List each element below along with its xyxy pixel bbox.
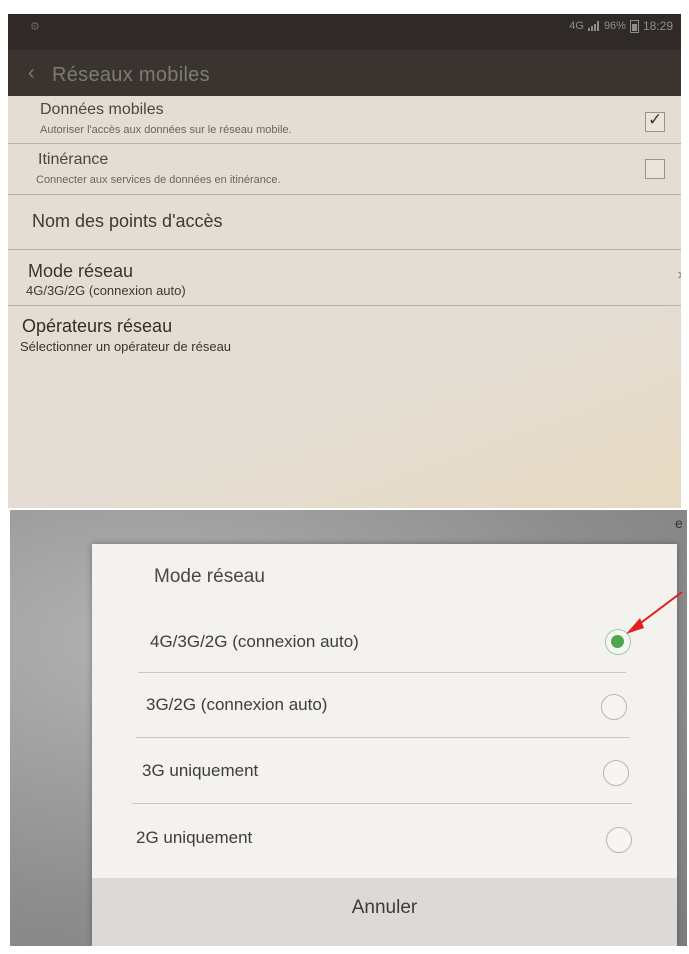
setting-subtitle: Sélectionner un opérateur de réseau (20, 339, 232, 354)
setting-title: Nom des points d'accès (32, 211, 223, 231)
setting-network-mode[interactable]: Mode réseau 4G/3G/2G (connexion auto) › (8, 250, 681, 306)
setting-subtitle: 4G/3G/2G (connexion auto) (26, 283, 186, 298)
network-mode-dialog-photo: Mode réseau 4G/3G/2G (connexion auto) 3G… (10, 510, 687, 946)
setting-access-point-names[interactable]: Nom des points d'accès (8, 195, 681, 250)
chevron-left-icon[interactable]: ‹ (28, 62, 35, 85)
battery-percent: 96% (603, 20, 626, 32)
cropped-edge-text: e (675, 515, 683, 531)
settings-list: Données mobiles Autoriser l'accès aux do… (8, 96, 681, 358)
settings-screen-photo: ⚙ 4G 96% 18:29 ‹ Réseaux mobiles Données… (8, 14, 681, 508)
option-label: 3G/2G (connexion auto) (146, 695, 328, 714)
setting-mobile-data[interactable]: Données mobiles Autoriser l'accès aux do… (8, 96, 681, 144)
setting-title: Données mobiles (40, 101, 164, 118)
radio-unselected-icon[interactable] (606, 827, 632, 853)
setting-title: Mode réseau (28, 261, 134, 281)
option-label: 3G uniquement (142, 761, 259, 780)
battery-icon (629, 19, 639, 33)
setting-network-operators[interactable]: Opérateurs réseau Sélectionner un opérat… (8, 306, 681, 358)
roaming-checkbox[interactable] (645, 159, 665, 179)
page-title: Réseaux mobiles (52, 64, 210, 86)
setting-subtitle: Autoriser l'accès aux données sur le rés… (40, 124, 292, 136)
clock: 18:29 (642, 19, 673, 33)
divider (132, 803, 632, 804)
dialog-footer: Annuler (92, 878, 677, 946)
setting-roaming[interactable]: Itinérance Connecter aux services de don… (8, 144, 681, 195)
mobile-data-checkbox[interactable]: ✓ (645, 110, 665, 132)
option-label: 2G uniquement (136, 828, 253, 847)
option-label: 4G/3G/2G (connexion auto) (150, 632, 359, 651)
cancel-button[interactable]: Annuler (92, 878, 677, 946)
setting-subtitle: Connecter aux services de données en iti… (36, 174, 281, 186)
divider (138, 672, 626, 673)
network-type-label: 4G (569, 20, 584, 32)
signal-icon (587, 21, 600, 31)
chevron-right-icon: › (678, 266, 681, 284)
network-mode-dialog: Mode réseau 4G/3G/2G (connexion auto) 3G… (92, 544, 677, 946)
radio-unselected-icon[interactable] (601, 694, 627, 720)
status-icons: 4G 96% 18:29 (569, 19, 673, 33)
radio-unselected-icon[interactable] (603, 760, 629, 786)
check-icon: ✓ (648, 110, 663, 129)
dialog-title: Mode réseau (154, 566, 265, 587)
setting-title: Opérateurs réseau (22, 316, 173, 336)
divider (136, 737, 630, 738)
setting-title: Itinérance (38, 151, 109, 168)
radio-selected-icon[interactable] (605, 629, 631, 655)
notification-icon: ⚙ (30, 21, 40, 33)
